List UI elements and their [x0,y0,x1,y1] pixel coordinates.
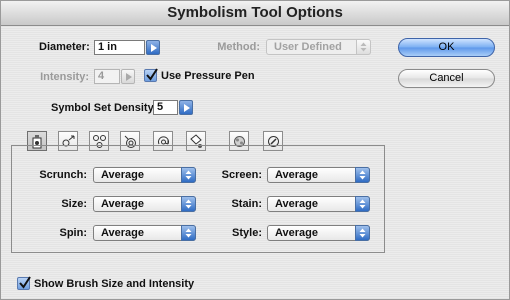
symbolism-tool-options-dialog: Symbolism Tool Options Diameter: 1 in Me… [0,0,510,300]
method-label: Method: [217,41,260,53]
symbol-set-density-popup-button[interactable] [179,100,193,115]
checkmark-icon [146,68,158,81]
intensity-field: 4 [94,69,120,84]
triangle-right-icon [126,73,132,81]
size-select[interactable]: Average [93,196,196,212]
diameter-label: Diameter: [39,41,90,53]
triangle-right-icon [184,104,190,112]
show-brush-size-checkbox[interactable] [17,276,31,290]
diameter-popup-button[interactable] [146,40,160,55]
stain-select[interactable]: Average [267,196,370,212]
select-arrows-icon [181,196,196,212]
symbol-set-density-field[interactable]: 5 [153,100,178,115]
select-arrows-icon [355,167,370,183]
cancel-button[interactable]: Cancel [398,69,495,88]
select-arrows-icon [181,167,196,183]
select-arrows-icon [355,225,370,241]
spin-label: Spin: [59,227,88,239]
scrunch-label: Scrunch: [39,169,87,181]
size-label: Size: [61,198,87,210]
spin-value: Average [101,227,145,239]
checkmark-icon [19,276,31,289]
style-value: Average [275,227,319,239]
method-value: User Defined [274,41,342,53]
style-select[interactable]: Average [267,225,370,241]
select-arrows-icon [355,196,370,212]
intensity-label: Intensity: [40,71,89,83]
select-arrows-icon [181,225,196,241]
screen-value: Average [275,169,319,181]
scrunch-value: Average [101,169,145,181]
spin-select[interactable]: Average [93,225,196,241]
ok-button[interactable]: OK [398,38,495,57]
scrunch-select[interactable]: Average [93,167,196,183]
window-title: Symbolism Tool Options [1,1,509,26]
stain-value: Average [275,198,319,210]
intensity-popup-button [121,69,135,84]
stain-label: Stain: [231,198,262,210]
triangle-right-icon [151,44,157,52]
style-label: Style: [232,227,262,239]
size-value: Average [101,198,145,210]
method-select: User Defined [266,39,371,55]
use-pressure-pen-label: Use Pressure Pen [161,70,255,82]
select-arrows-icon [356,39,371,55]
show-brush-size-label: Show Brush Size and Intensity [34,278,195,290]
symbol-set-density-label: Symbol Set Density: [51,102,158,114]
use-pressure-pen-checkbox[interactable] [144,68,158,82]
diameter-field[interactable]: 1 in [94,40,145,55]
screen-select[interactable]: Average [267,167,370,183]
screen-label: Screen: [221,169,262,181]
